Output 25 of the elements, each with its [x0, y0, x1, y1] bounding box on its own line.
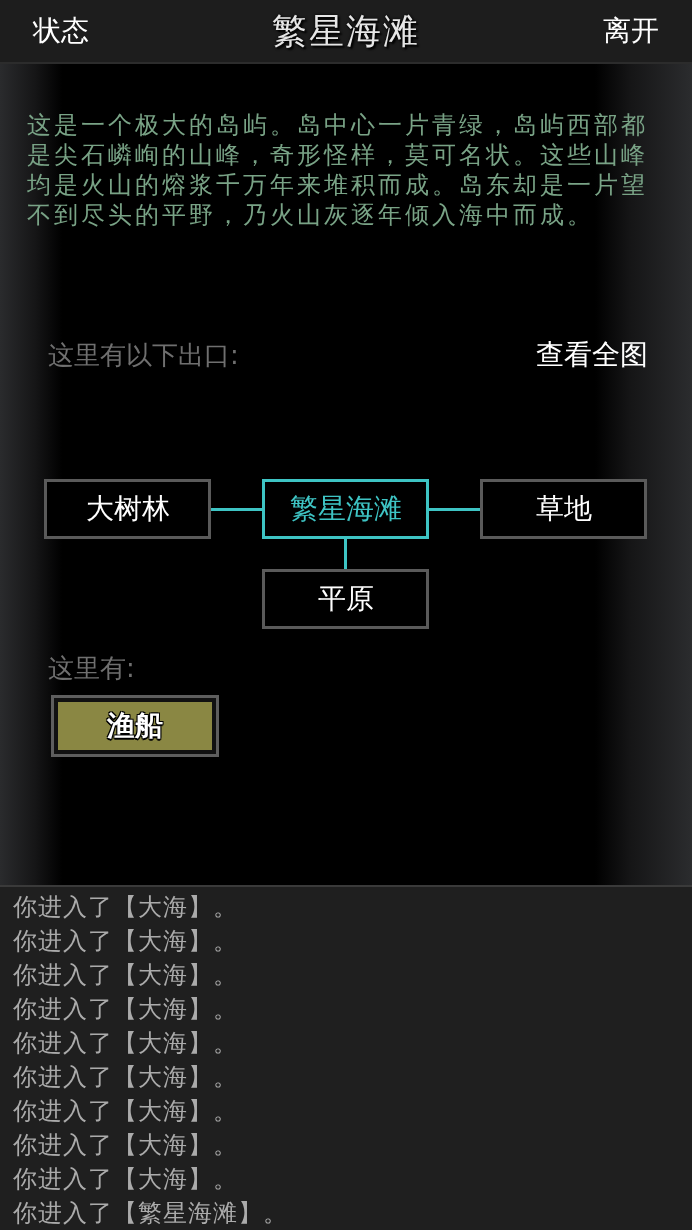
path-connector [211, 507, 262, 511]
exit-node[interactable]: 草地 [480, 479, 647, 539]
log-message: 你进入了【大海】。 [13, 994, 238, 1025]
location-title: 繁星海滩 [272, 10, 420, 53]
log-message: 你进入了【大海】。 [13, 1130, 238, 1161]
leave-button[interactable]: 离开 [603, 13, 659, 49]
exit-node[interactable]: 繁星海滩 [262, 479, 429, 539]
log-message: 你进入了【大海】。 [13, 1096, 238, 1127]
location-description: 这是一个极大的岛屿。岛中心一片青绿，岛屿西部都是尖石嶙峋的山峰，奇形怪样，莫可名状。这些山峰均是火山的熔浆千万年来堆积而成。岛东却是一片望不到尽头的平野，乃火山灰逐年倾入海中而成。 [27, 110, 649, 230]
log-message: 你进入了【大海】。 [13, 892, 238, 923]
exit-node[interactable]: 平原 [262, 569, 429, 629]
status-button[interactable]: 状态 [33, 13, 89, 49]
exit-node[interactable]: 大树林 [44, 479, 211, 539]
view-map-button[interactable]: 查看全图 [536, 337, 648, 373]
log-message: 你进入了【大海】。 [13, 1062, 238, 1093]
exits-label: 这里有以下出口: [48, 339, 239, 372]
path-connector [429, 507, 480, 511]
here-label: 这里有: [48, 652, 135, 685]
log-message: 你进入了【大海】。 [13, 926, 238, 957]
log-message: 你进入了【大海】。 [13, 1028, 238, 1059]
log-message: 你进入了【繁星海滩】。 [13, 1198, 288, 1229]
path-connector [344, 539, 347, 569]
log-message: 你进入了【大海】。 [13, 960, 238, 991]
object-button[interactable]: 渔船 [51, 695, 219, 757]
log-message: 你进入了【大海】。 [13, 1164, 238, 1195]
